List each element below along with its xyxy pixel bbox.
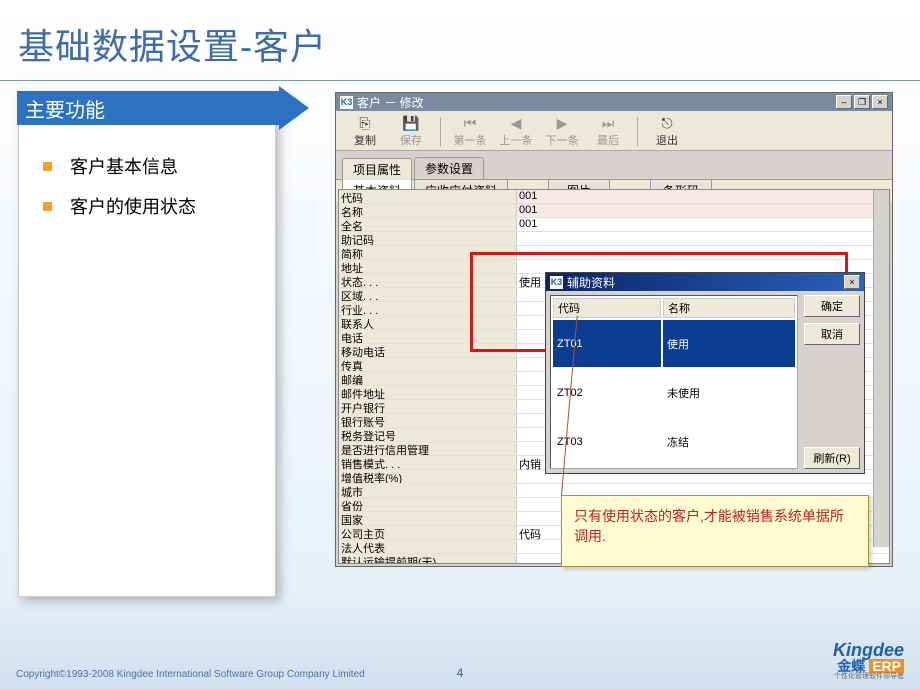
form-row[interactable]: 代码001 [339,190,889,204]
popup-title: 辅助资料 [567,274,615,291]
field-label: 省份 [339,498,517,511]
field-label: 城市 [339,484,517,497]
field-label: 电话 [339,330,517,343]
app-icon: K3 [340,96,353,109]
toolbar: ⎘复制💾保存 ⏮第一条◀上一条▶下一条⏭最后 ⎋退出 [336,111,892,151]
col-header[interactable]: 名称 [663,298,795,318]
close-button[interactable]: × [844,275,860,289]
list-item[interactable]: ZT01使用 [553,320,795,367]
bullet-item: 客户基本信息 [43,153,275,179]
footer: Copyright©1993-2008 Kingdee Internationa… [16,641,904,680]
sidebar-header: 主要功能 [17,91,319,125]
sidebar-panel: 主要功能 客户基本信息 客户的使用状态 [18,92,276,597]
bullet-icon [43,162,52,171]
field-label: 开户银行 [339,400,517,413]
field-label: 行业. . . [339,302,517,315]
field-label: 移动电话 [339,344,517,357]
toolbar-第一条-button: ⏮第一条 [449,115,491,148]
form-row[interactable]: 名称001 [339,204,889,218]
field-label: 是否进行信用管理 [339,442,517,455]
第一条-icon: ⏮ [462,115,478,131]
form-row[interactable]: 助记码 [339,232,889,246]
page-title: 基础数据设置-客户 [0,0,920,70]
window-title: 客户 － 修改 [357,94,424,111]
field-label: 邮件地址 [339,386,517,399]
field-label: 公司主页 [339,526,517,539]
field-label: 国家 [339,512,517,525]
field-value[interactable]: 001 [517,190,889,203]
field-label: 税务登记号 [339,428,517,441]
field-value[interactable]: 001 [517,218,889,231]
field-value[interactable] [517,232,889,245]
field-label: 法人代表 [339,540,517,553]
field-value[interactable] [517,246,889,259]
cancel-button[interactable]: 取消 [804,323,860,345]
toolbar-下一条-button: ▶下一条 [541,115,583,148]
aux-data-popup: K3 辅助资料 × 代码 名称 ZT01使用ZT02未使用ZT03冻结 确定 取… [545,272,865,474]
list-item[interactable]: ZT02未使用 [553,369,795,416]
maximize-button[interactable]: ❐ [854,95,870,109]
field-label: 区域. . . [339,288,517,301]
form-row[interactable]: 简称 [339,246,889,260]
退出-icon: ⎋ [659,115,675,131]
下一条-icon: ▶ [554,115,570,131]
field-label: 增值税率(%) [339,470,517,483]
toolbar-复制-button[interactable]: ⎘复制 [344,115,386,148]
field-label: 默认运输提前期(天) [339,554,517,564]
field-label: 传真 [339,358,517,371]
callout-note: 只有使用状态的客户,才能被销售系统单据所调用. [561,495,869,567]
minimize-button[interactable]: – [836,95,852,109]
title-divider [0,80,920,81]
toolbar-保存-button: 💾保存 [390,115,432,148]
field-label: 全名 [339,218,517,231]
list-item[interactable]: ZT03冻结 [553,419,795,466]
bullet-item: 客户的使用状态 [43,193,275,219]
field-label: 地址 [339,260,517,273]
arrow-icon [279,86,309,130]
复制-icon: ⎘ [357,115,373,131]
field-value[interactable]: 001 [517,204,889,217]
app-icon: K3 [550,276,563,289]
field-label: 助记码 [339,232,517,245]
popup-list[interactable]: 代码 名称 ZT01使用ZT02未使用ZT03冻结 [550,295,798,469]
field-label: 联系人 [339,316,517,329]
refresh-button[interactable]: 刷新(R) [804,447,860,469]
field-label: 销售模式. . . [339,456,517,469]
field-label: 简称 [339,246,517,259]
保存-icon: 💾 [403,115,419,131]
上一条-icon: ◀ [508,115,524,131]
col-header[interactable]: 代码 [553,298,661,318]
bullet-icon [43,202,52,211]
scrollbar[interactable] [873,190,889,547]
toolbar-退出-button[interactable]: ⎋退出 [646,115,688,148]
field-label: 名称 [339,204,517,217]
logo: Kingdee 金蝶 ERP 个性化管理软件领导者 [833,641,904,680]
field-label: 邮编 [339,372,517,385]
最后-icon: ⏭ [600,115,616,131]
page-number: 4 [457,666,464,680]
close-button[interactable]: × [872,95,888,109]
tab-项目属性[interactable]: 项目属性 [342,158,412,180]
copyright: Copyright©1993-2008 Kingdee Internationa… [16,669,365,680]
bullet-list: 客户基本信息 客户的使用状态 [19,125,275,219]
toolbar-上一条-button: ◀上一条 [495,115,537,148]
tab-参数设置[interactable]: 参数设置 [414,157,484,179]
popup-titlebar[interactable]: K3 辅助资料 × [546,273,864,291]
toolbar-最后-button: ⏭最后 [587,115,629,148]
field-label: 状态. . . [339,274,517,287]
field-label: 银行账号 [339,414,517,427]
window-titlebar[interactable]: K3 客户 － 修改 – ❐ × [336,93,892,111]
main-tabs: 项目属性参数设置 [336,151,892,179]
form-row[interactable]: 全名001 [339,218,889,232]
field-label: 代码 [339,190,517,203]
ok-button[interactable]: 确定 [804,295,860,317]
